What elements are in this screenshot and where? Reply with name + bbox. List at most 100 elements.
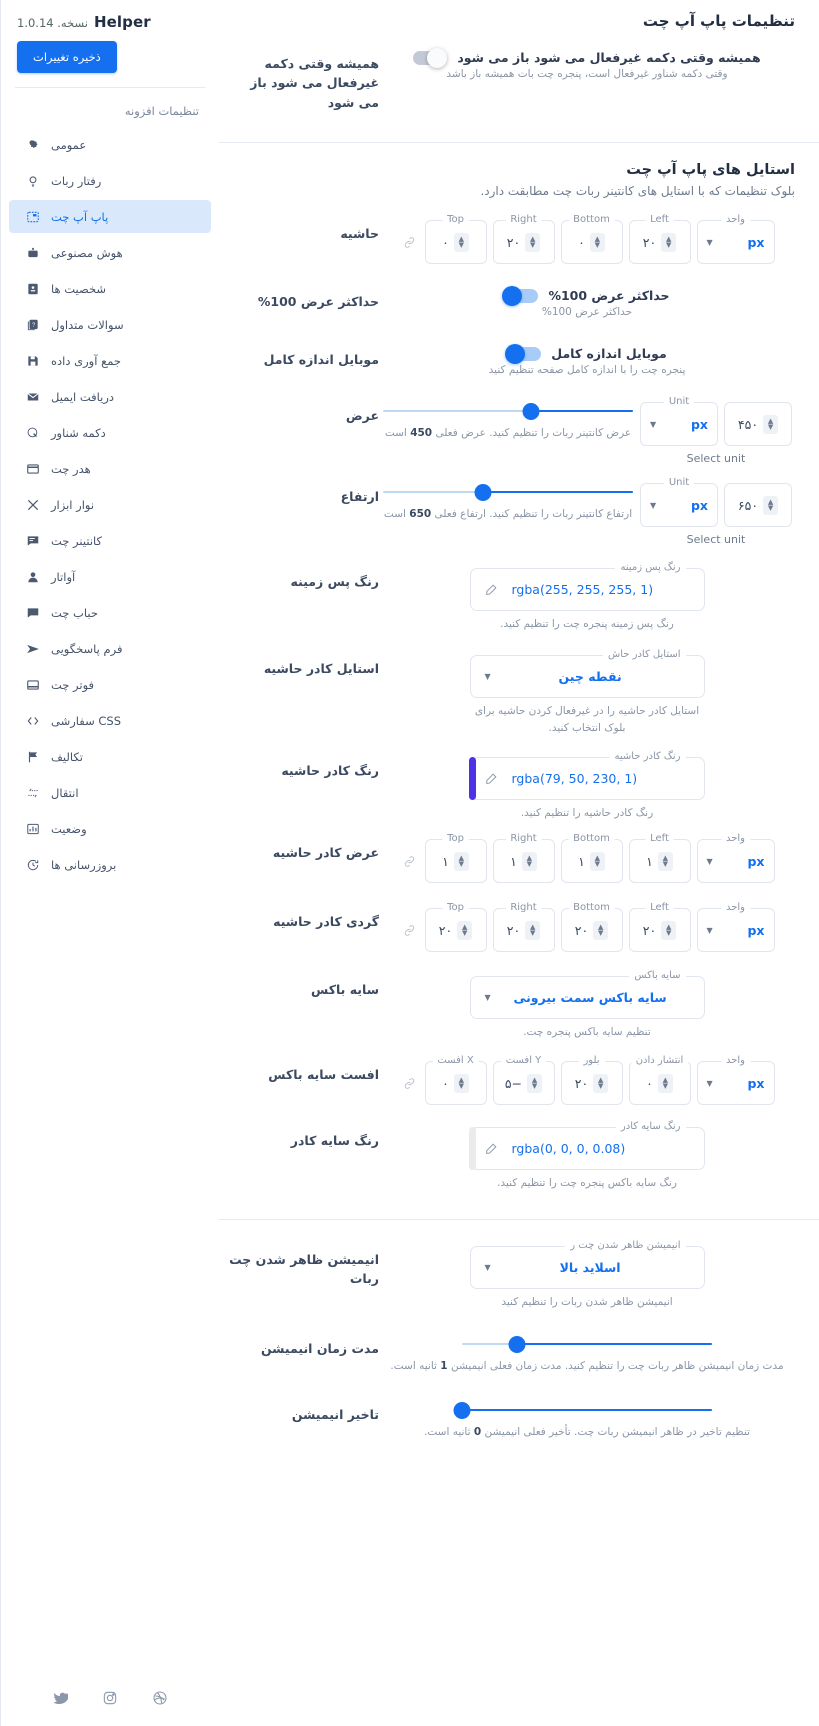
sidebar-item-personas[interactable]: شخصیت ها <box>9 272 211 305</box>
stepper[interactable]: ▲ ▼ <box>525 920 541 940</box>
sidebar-item-status[interactable]: وضعیت <box>9 812 211 845</box>
border-width-unit-select[interactable]: واحد ▼ px <box>696 833 775 884</box>
width-slider[interactable] <box>383 402 633 421</box>
field-legend: استایل کادر حاش <box>603 648 686 660</box>
pencil-icon[interactable] <box>485 772 498 785</box>
stepper[interactable]: ▲ ▼ <box>593 1073 609 1093</box>
twitter-icon[interactable] <box>52 1690 70 1710</box>
stepper[interactable]: ▲ ▼ <box>527 1073 543 1093</box>
sidebar-item-toolbar[interactable]: نوار ابزار <box>9 488 211 521</box>
margin-top-field[interactable]: Top ▲ ▼ ۰ <box>424 214 487 265</box>
border-radius-right-field[interactable]: Right ▲ ▼ ۲۰ <box>492 902 555 953</box>
sidebar-item-chat-header[interactable]: هدر چت <box>9 452 211 485</box>
instagram-icon[interactable] <box>102 1690 118 1710</box>
sidebar-item-updates[interactable]: بروزرسانی ها <box>9 848 211 881</box>
sidebar-item-chat-popup[interactable]: پاپ آپ چت <box>9 200 211 233</box>
row-label: عرض <box>345 408 379 424</box>
margin-right-field[interactable]: Right ▲ ▼ ۲۰ <box>492 214 555 265</box>
save-changes-button[interactable]: ذخیره تغییرات <box>17 41 117 73</box>
sidebar-item-ai[interactable]: هوش مصنوعی <box>9 236 211 269</box>
border-radius-top-field[interactable]: Top ▲ ▼ ۲۰ <box>424 902 487 953</box>
stepper[interactable]: ▲ ▼ <box>457 920 473 940</box>
shadow-offset-x-field[interactable]: افست X ▲ ▼ ۰ <box>424 1055 487 1106</box>
margin-left-field[interactable]: Left ▲ ▼ ۲۰ <box>628 214 691 265</box>
sidebar-item-email[interactable]: دریافت ایمیل <box>9 380 211 413</box>
border-style-select[interactable]: استایل کادر حاش ▼ نقطه چین <box>469 648 705 698</box>
shadow-offset-y-field[interactable]: افست Y ▲ ▼ −۵ <box>492 1055 555 1106</box>
box-shadow-select[interactable]: سایه باکس ▼ سایه باکس سمت بیرونی <box>469 970 705 1020</box>
margin-unit-select[interactable]: واحد ▼ px <box>696 214 775 265</box>
chevron-down-icon: ▼ <box>706 856 713 866</box>
animation-duration-slider[interactable] <box>462 1335 712 1353</box>
width-unit-select[interactable]: Unit ▼ px <box>640 396 718 447</box>
pencil-icon[interactable] <box>485 1142 498 1155</box>
sidebar-item-custom-css[interactable]: CSS سفارشی <box>9 704 211 737</box>
stepper[interactable]: ▲ ▼ <box>661 232 677 252</box>
stepper[interactable]: ▲ ▼ <box>763 495 779 515</box>
shadow-unit-select[interactable]: واحد ▼ px <box>696 1055 775 1106</box>
border-radius-left-field[interactable]: Left ▲ ▼ ۲۰ <box>628 902 691 953</box>
stepper[interactable]: ▲ ▼ <box>589 232 605 252</box>
sidebar-item-chat-container[interactable]: کانتینر چت <box>9 524 211 557</box>
link-icon[interactable] <box>403 236 416 249</box>
header-icon <box>19 462 47 476</box>
dribbble-icon[interactable] <box>152 1690 168 1710</box>
stepper[interactable]: ▲ ▼ <box>657 1073 673 1093</box>
slider-thumb[interactable] <box>474 484 492 502</box>
border-radius-bottom-field[interactable]: Bottom ▲ ▼ ۲۰ <box>560 902 623 953</box>
pencil-icon[interactable] <box>485 583 498 596</box>
link-icon[interactable] <box>403 1077 416 1090</box>
stepper[interactable]: ▲ ▼ <box>453 851 469 871</box>
sidebar-item-chat-bubble[interactable]: حباب چت <box>9 596 211 629</box>
sidebar-item-bot-behavior[interactable]: رفتار ربات <box>9 164 211 197</box>
always-open-toggle[interactable] <box>413 47 448 68</box>
stepper[interactable]: ▲ ▼ <box>589 851 605 871</box>
stepper[interactable]: ▲ ▼ <box>763 414 779 434</box>
border-width-top-field[interactable]: Top ▲ ▼ ۱ <box>424 833 487 884</box>
height-slider[interactable] <box>383 483 633 502</box>
height-value-field[interactable]: ▲ ▼ ۶۵۰ <box>724 483 792 528</box>
height-unit-select[interactable]: Unit ▼ px <box>640 477 718 528</box>
stepper[interactable]: ▲ ▼ <box>453 232 469 252</box>
row-label: عرض کادر حاشیه <box>272 845 379 861</box>
margin-bottom-field[interactable]: Bottom ▲ ▼ ۰ <box>560 214 623 265</box>
sidebar-item-transfer[interactable]: انتقال <box>9 776 211 809</box>
slider-thumb[interactable] <box>453 1401 471 1419</box>
link-icon[interactable] <box>403 855 416 868</box>
sidebar-item-avatar[interactable]: آواتار <box>9 560 211 593</box>
border-width-bottom-field[interactable]: Bottom ▲ ▼ ۱ <box>560 833 623 884</box>
shadow-spread-field[interactable]: انتشار دادن ▲ ▼ ۰ <box>628 1055 691 1106</box>
sidebar-item-faq[interactable]: ? سوالات متداول <box>9 308 211 341</box>
slider-thumb[interactable] <box>508 1335 526 1353</box>
shadow-blur-field[interactable]: بلور ▲ ▼ ۲۰ <box>560 1055 623 1106</box>
width-value-field[interactable]: ▲ ▼ ۴۵۰ <box>724 402 792 447</box>
stepper[interactable]: ▲ ▼ <box>453 1073 469 1093</box>
animation-delay-slider[interactable] <box>453 1401 712 1419</box>
appear-animation-select[interactable]: انیمیشن ظاهر شدن چت ر ▼ اسلاید بالا <box>469 1239 705 1289</box>
shadow-color-field[interactable]: رنگ سایه کادر rgba(0, 0, 0, 0.08) <box>468 1121 705 1171</box>
stepper[interactable]: ▲ ▼ <box>525 232 541 252</box>
stepper[interactable]: ▲ ▼ <box>661 920 677 940</box>
sidebar-item-label: شخصیت ها <box>51 281 107 296</box>
border-color-field[interactable]: رنگ کادر حاشیه rgba(79, 50, 230, 1) <box>468 750 705 800</box>
slider-thumb[interactable] <box>522 403 539 421</box>
sidebar-item-chat-footer[interactable]: فوتر چت <box>9 668 211 701</box>
row-appear-animation: انیمیشن ظاهر شدن چت ربات انیمیشن ظاهر شد… <box>219 1239 819 1311</box>
sidebar-item-general[interactable]: عمومی <box>9 128 211 161</box>
max-width-toggle[interactable] <box>502 285 539 306</box>
bg-color-field[interactable]: رنگ پس زمینه rgba(255, 255, 255, 1) <box>469 562 705 612</box>
link-icon[interactable] <box>403 924 416 937</box>
sidebar-item-data-collection[interactable]: جمع آوری داده <box>9 344 211 377</box>
stepper[interactable]: ▲ ▼ <box>521 851 537 871</box>
border-width-right-field[interactable]: Right ▲ ▼ ۱ <box>492 833 555 884</box>
sidebar-item-tasks[interactable]: تکالیف <box>9 740 211 773</box>
chevron-down-icon: ▼ <box>706 925 713 935</box>
field-legend: Top <box>442 833 469 845</box>
stepper[interactable]: ▲ ▼ <box>593 920 609 940</box>
sidebar-item-floating-button[interactable]: دکمه شناور <box>9 416 211 449</box>
border-width-left-field[interactable]: Left ▲ ▼ ۱ <box>628 833 691 884</box>
border-radius-unit-select[interactable]: واحد ▼ px <box>696 902 775 953</box>
mobile-full-toggle[interactable] <box>505 343 542 364</box>
stepper[interactable]: ▲ ▼ <box>657 851 673 871</box>
sidebar-item-reply-form[interactable]: فرم پاسخگویی <box>9 632 211 665</box>
